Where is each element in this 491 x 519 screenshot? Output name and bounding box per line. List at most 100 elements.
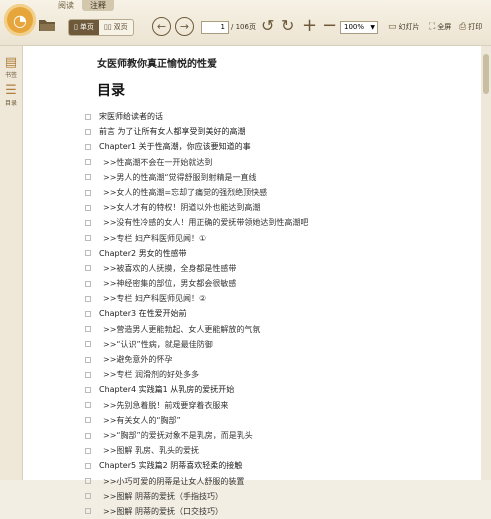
toc-entry[interactable]: >>“胸部”的爱抚对象不是乳房，而是乳头 (85, 428, 308, 443)
toc-entry-label: Chapter1 关于性高潮，你应该要知道的事 (99, 142, 251, 152)
zoom-out-icon[interactable]: − (322, 17, 337, 35)
toc-entry[interactable]: 宋医师给读者的话 (85, 109, 308, 124)
toc-entry-marker (85, 128, 91, 135)
tab-annotate[interactable]: 注释 (82, 0, 114, 11)
zoom-in-icon[interactable]: + (302, 17, 317, 35)
slideshow-icon: ▭ (388, 22, 397, 32)
sidebar: ▤ 书签 ☰ 目录 (0, 46, 23, 480)
toc-entry-label: >>女人才有的特权！阴道以外也能达到高潮 (103, 203, 261, 213)
toc-entry[interactable]: >>避免意外的怀孕 (85, 352, 308, 367)
toc-entry[interactable]: Chapter3 在性爱开始前 (85, 306, 308, 321)
toc-entry-marker (85, 356, 91, 363)
toc-entry-label: >>专栏 妇产科医师见闻！② (103, 294, 207, 304)
print-button[interactable]: ⎙ 打印 (459, 22, 482, 32)
toc-entry-marker (85, 386, 91, 393)
toc-entry[interactable]: >>被喜欢的人抚摸，全身都是性感带 (85, 261, 308, 276)
slideshow-button[interactable]: ▭ 幻灯片 (388, 22, 420, 32)
toc-entry-label: >>先别急着脱！前戏要穿着衣服来 (103, 400, 229, 410)
page-number-input[interactable]: 1 (201, 21, 229, 34)
view-mode-toggle: ▯ 单页 ▯▯ 双页 (68, 19, 134, 36)
toc-entry-marker (85, 447, 91, 454)
toc-entry[interactable]: Chapter4 实践篇1 从乳房的爱抚开始 (85, 382, 308, 397)
single-page-button[interactable]: ▯ 单页 (69, 20, 99, 35)
rotate-left-icon[interactable]: ↺ (261, 17, 274, 35)
toc-entry-label: >>“认识”性病，就是最佳防御 (103, 339, 213, 349)
toc-entry[interactable]: >>专栏 妇产科医师见闻！② (85, 291, 308, 306)
zoom-select[interactable]: 100% ▼ (340, 21, 378, 34)
toc-entry-label: >>小巧可爱的阴蒂是让女人舒服的装置 (103, 476, 245, 486)
toc-entry-label: >>图解 阴蒂的爱抚（口交技巧） (103, 506, 223, 516)
tab-read[interactable]: 阅读 (50, 0, 82, 11)
print-icon: ⎙ (459, 22, 467, 32)
toc-entry-label: Chapter5 实践篇2 阴蒂喜欢轻柔的接触 (99, 461, 243, 471)
toc-entry-marker (85, 235, 91, 242)
toc-entry-label: >>营造男人更能勃起、女人更能解放的气氛 (103, 324, 261, 334)
fullscreen-icon: ⛶ (429, 22, 436, 32)
toc-entry-marker (85, 478, 91, 485)
toc-entry[interactable]: >>有关女人的“胸部” (85, 413, 308, 428)
sidebar-item-bookmark[interactable]: ▤ 书签 (2, 55, 20, 80)
single-page-icon: ▯ (74, 23, 78, 31)
toc-entry-label: >>专栏 润滑剂的好处多多 (103, 370, 199, 380)
toc-entry[interactable]: >>神经密集的部位，男女都会很敏感 (85, 276, 308, 291)
toc-entry[interactable]: >>性高潮不会在一开始就达到 (85, 155, 308, 170)
toc-heading: 目录 (97, 83, 125, 99)
toc-entry[interactable]: >>“认识”性病，就是最佳防御 (85, 337, 308, 352)
toc-entry[interactable]: Chapter2 男女的性感带 (85, 246, 308, 261)
toc-entry-label: >>女人的性高潮=忘却了痛觉的强烈绝顶快感 (103, 187, 268, 197)
toc-entry[interactable]: Chapter1 关于性高潮，你应该要知道的事 (85, 139, 308, 154)
toc-entry[interactable]: >>先别急着脱！前戏要穿着衣服来 (85, 398, 308, 413)
mode-tabs: 阅读 注释 (50, 0, 114, 11)
toc-entry-label: >>专栏 妇产科医师见闻！① (103, 233, 207, 243)
toc-entry[interactable]: >>专栏 妇产科医师见闻！① (85, 231, 308, 246)
toc-entry-marker (85, 432, 91, 439)
toc-entry[interactable]: >>小巧可爱的阴蒂是让女人舒服的装置 (85, 474, 308, 489)
toc-entry-label: Chapter3 在性爱开始前 (99, 309, 187, 319)
toc-entry[interactable]: >>图解 阴蒂的爱抚（手指技巧） (85, 489, 308, 504)
toc-entry-marker (85, 402, 91, 409)
toc-entry[interactable]: >>女人才有的特权！阴道以外也能达到高潮 (85, 200, 308, 215)
toc-list: 宋医师给读者的话 前言 为了让所有女人都享受到美好的高潮 Chapter1 关于性高… (85, 109, 308, 519)
toc-entry[interactable]: >>女人的性高潮=忘却了痛觉的强烈绝顶快感 (85, 185, 308, 200)
toc-entry-label: >>“胸部”的爱抚对象不是乳房，而是乳头 (103, 430, 253, 440)
toc-entry-label: >>图解 阴蒂的爱抚（手指技巧） (103, 491, 223, 501)
scrollbar-thumb[interactable] (483, 54, 489, 94)
toolbar: ◔ 阅读 注释 ▯ 单页 ▯▯ 双页 ← → 1 / 106页 ↺ ↻ + − 10… (0, 0, 491, 46)
open-folder-icon[interactable] (38, 18, 56, 32)
toc-entry[interactable]: >>营造男人更能勃起、女人更能解放的气氛 (85, 322, 308, 337)
toc-entry-label: >>被喜欢的人抚摸，全身都是性感带 (103, 263, 237, 273)
toc-entry[interactable]: >>没有性冷感的女人！用正确的爱抚带领她达到性高潮吧 (85, 215, 308, 230)
toc-entry[interactable]: >>图解 阴蒂的爱抚（口交技巧） (85, 504, 308, 519)
bookmark-icon: ▤ (4, 55, 18, 70)
toc-entry-label: >>男人的性高潮“觉得舒服到射精是一直线 (103, 172, 257, 182)
next-page-button[interactable]: → (175, 17, 194, 36)
prev-page-button[interactable]: ← (152, 17, 171, 36)
toc-entry-label: >>避免意外的怀孕 (103, 355, 173, 364)
toc-entry-marker (85, 159, 91, 166)
toc-entry-marker (85, 417, 91, 424)
toc-entry-marker (85, 143, 91, 150)
vertical-scrollbar[interactable] (481, 46, 491, 480)
toc-entry[interactable]: >>男人的性高潮“觉得舒服到射精是一直线 (85, 170, 308, 185)
sidebar-item-toc[interactable]: ☰ 目录 (2, 84, 20, 108)
toc-entry-marker (85, 493, 91, 500)
toc-entry-marker (85, 341, 91, 348)
toc-entry-marker (85, 371, 91, 378)
double-page-button[interactable]: ▯▯ 双页 (99, 20, 133, 35)
toc-entry-marker (85, 326, 91, 333)
toc-entry[interactable]: Chapter5 实践篇2 阴蒂喜欢轻柔的接触 (85, 458, 308, 473)
toc-entry-marker (85, 204, 91, 211)
toc-entry[interactable]: >>专栏 润滑剂的好处多多 (85, 367, 308, 382)
toc-entry-marker (85, 219, 91, 226)
fullscreen-button[interactable]: ⛶ 全屏 (429, 22, 451, 32)
toc-entry-marker (85, 311, 91, 318)
toc-entry-marker (85, 250, 91, 257)
toc-entry[interactable]: 前言 为了让所有女人都享受到美好的高潮 (85, 124, 308, 139)
toc-entry[interactable]: >>图解 乳房、乳头的爱抚 (85, 443, 308, 458)
page-total: / 106页 (231, 23, 256, 31)
rotate-right-icon[interactable]: ↻ (281, 17, 294, 35)
chevron-down-icon: ▼ (370, 24, 375, 31)
arrow-right-icon: → (179, 20, 190, 33)
toc-entry-label: >>性高潮不会在一开始就达到 (103, 157, 213, 167)
toc-entry-label: >>没有性冷感的女人！用正确的爱抚带领她达到性高潮吧 (103, 218, 309, 228)
